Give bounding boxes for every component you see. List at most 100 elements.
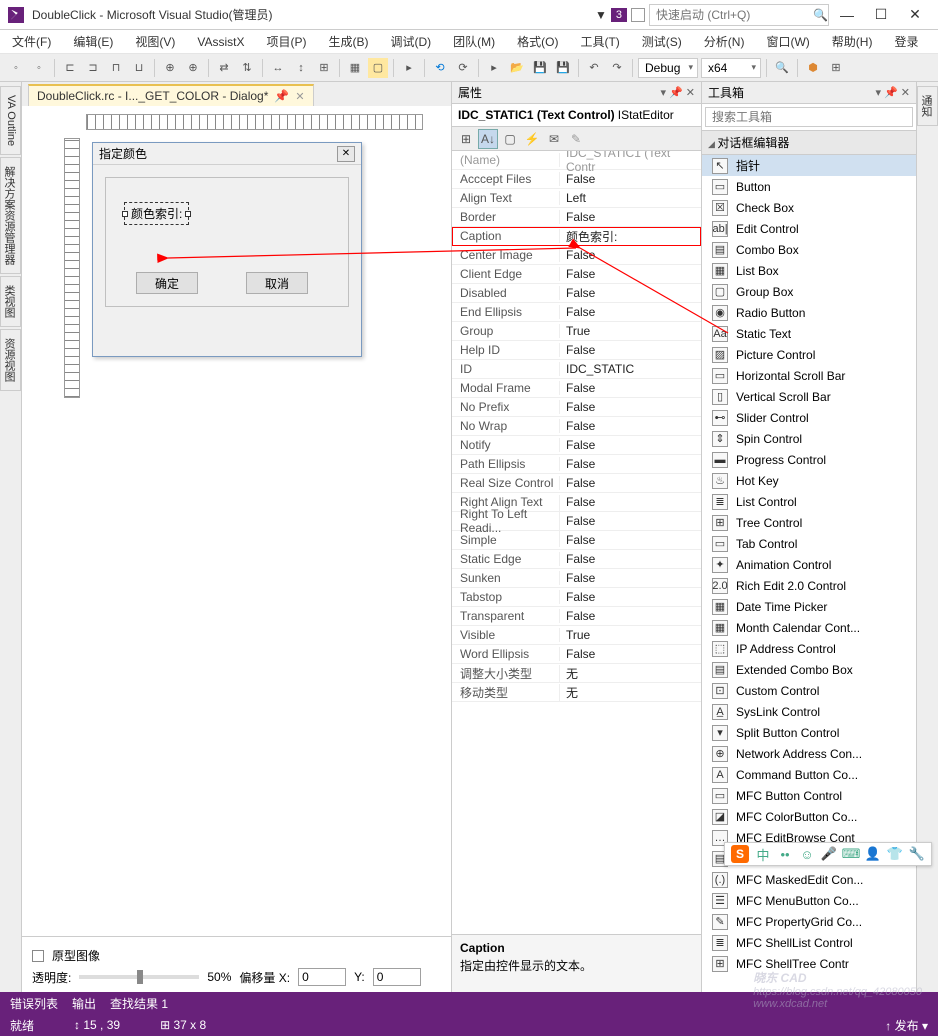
close-panel-icon[interactable]: ✕ xyxy=(686,86,695,99)
dialog-close-icon[interactable]: ✕ xyxy=(337,146,355,162)
tb-center-icon[interactable]: ⊕ xyxy=(183,58,203,78)
property-row[interactable]: Client EdgeFalse xyxy=(452,265,701,284)
offset-y-input[interactable] xyxy=(373,968,421,986)
property-row[interactable]: Acccept FilesFalse xyxy=(452,170,701,189)
toolbox-item[interactable]: ▤Combo Box xyxy=(702,239,916,260)
property-value[interactable]: False xyxy=(560,533,701,547)
toolbox-item[interactable]: ▦Date Time Picker xyxy=(702,596,916,617)
menu-item[interactable]: 测试(S) xyxy=(638,31,686,52)
ok-button[interactable]: 确定 xyxy=(136,272,198,294)
toolbox-item[interactable]: ⊷Slider Control xyxy=(702,407,916,428)
property-row[interactable]: NotifyFalse xyxy=(452,436,701,455)
tb-guides-icon[interactable]: ▢ xyxy=(368,58,388,78)
bottom-tab[interactable]: 查找结果 1 xyxy=(110,995,168,1012)
publish-button[interactable]: ↑ 发布 ▾ xyxy=(885,1017,928,1034)
menu-item[interactable]: 调试(D) xyxy=(386,31,435,52)
offset-x-input[interactable] xyxy=(298,968,346,986)
toolbox-item[interactable]: ▨Picture Control xyxy=(702,344,916,365)
property-value[interactable]: 无 xyxy=(560,684,701,701)
dialog-preview[interactable]: 指定颜色 ✕ 颜色索引: 确定 取消 xyxy=(92,142,362,357)
toolbox-item[interactable]: ▭Button xyxy=(702,176,916,197)
static-text-control[interactable]: 颜色索引: xyxy=(124,202,189,225)
notifications-tab[interactable]: 通知 xyxy=(917,86,938,126)
tb-find-icon[interactable]: 🔍 xyxy=(772,58,792,78)
feedback-icon[interactable] xyxy=(631,8,645,22)
property-value[interactable]: False xyxy=(560,457,701,471)
property-row[interactable]: 移动类型无 xyxy=(452,683,701,702)
property-row[interactable]: DisabledFalse xyxy=(452,284,701,303)
side-tab[interactable]: VA Outline xyxy=(0,86,21,155)
toolbox-item[interactable]: ▦List Box xyxy=(702,260,916,281)
toolbox-item[interactable]: A̲SysLink Control xyxy=(702,701,916,722)
toolbox-search-input[interactable] xyxy=(705,107,913,127)
property-value[interactable]: True xyxy=(560,324,701,338)
menu-item[interactable]: VAssistX xyxy=(193,33,248,51)
toolbox-item[interactable]: ACommand Button Co... xyxy=(702,764,916,785)
property-value[interactable]: False xyxy=(560,514,701,528)
platform-combo[interactable]: x64 xyxy=(701,58,761,78)
toolbox-item[interactable]: ▭Tab Control xyxy=(702,533,916,554)
property-value[interactable]: False xyxy=(560,495,701,509)
property-row[interactable]: 调整大小类型无 xyxy=(452,664,701,683)
tb-test-icon[interactable]: ▸ xyxy=(399,58,419,78)
tb-size-icon[interactable]: ⊞ xyxy=(314,58,334,78)
ime-mic-icon[interactable]: 🎤 xyxy=(821,846,837,862)
menu-item[interactable]: 项目(P) xyxy=(262,31,310,52)
toolbox-item[interactable]: ▾Split Button Control xyxy=(702,722,916,743)
property-value[interactable]: False xyxy=(560,476,701,490)
property-value[interactable]: False xyxy=(560,286,701,300)
side-tab[interactable]: 解决方案资源管理器 xyxy=(0,157,21,274)
toolbox-item[interactable]: ↖指针 xyxy=(702,155,916,176)
property-value[interactable]: False xyxy=(560,609,701,623)
menu-item[interactable]: 登录 xyxy=(890,31,922,52)
prototype-checkbox[interactable] xyxy=(32,950,44,962)
side-tab[interactable]: 资源视图 xyxy=(0,329,21,391)
property-row[interactable]: Center ImageFalse xyxy=(452,246,701,265)
tb-grid-icon[interactable]: ▦ xyxy=(345,58,365,78)
pin-icon[interactable]: 📌 xyxy=(884,86,898,99)
ime-lang-icon[interactable]: 中 xyxy=(755,846,771,862)
toolbox-item[interactable]: ☒Check Box xyxy=(702,197,916,218)
close-panel-icon[interactable]: ✕ xyxy=(901,86,910,99)
property-value[interactable]: False xyxy=(560,305,701,319)
menu-item[interactable]: 工具(T) xyxy=(576,31,623,52)
property-row[interactable]: Path EllipsisFalse xyxy=(452,455,701,474)
toolbox-item[interactable]: ♨Hot Key xyxy=(702,470,916,491)
props-icon[interactable]: ▢ xyxy=(500,129,520,149)
tb-align-icon[interactable]: ⊔ xyxy=(129,58,149,78)
tb-align-icon[interactable]: ⊓ xyxy=(106,58,126,78)
quick-launch-input[interactable] xyxy=(649,4,829,26)
toolbox-item[interactable]: ⊞Tree Control xyxy=(702,512,916,533)
tb-saveall-icon[interactable]: 💾 xyxy=(553,58,573,78)
menu-item[interactable]: 编辑(E) xyxy=(69,31,117,52)
tb-nav-fwd-icon[interactable]: ◦ xyxy=(29,58,49,78)
property-value[interactable]: False xyxy=(560,552,701,566)
property-row[interactable]: (Name)IDC_STATIC1 (Text Contr xyxy=(452,151,701,170)
dropdown-icon[interactable]: ▾ xyxy=(876,86,882,99)
toolbox-item[interactable]: ▭Horizontal Scroll Bar xyxy=(702,365,916,386)
notif-flag-icon[interactable]: ▼ xyxy=(595,8,607,22)
toolbox-item[interactable]: ◉Radio Button xyxy=(702,302,916,323)
tb-ext-icon[interactable]: ⊞ xyxy=(826,58,846,78)
menu-item[interactable]: 格式(O) xyxy=(513,31,562,52)
property-value[interactable]: IDC_STATIC xyxy=(560,362,701,376)
property-row[interactable]: Static EdgeFalse xyxy=(452,550,701,569)
property-value[interactable]: False xyxy=(560,172,701,186)
toolbox-item[interactable]: ≣MFC ShellList Control xyxy=(702,932,916,953)
property-row[interactable]: BorderFalse xyxy=(452,208,701,227)
ime-skin-icon[interactable]: 👕 xyxy=(887,846,903,862)
menu-item[interactable]: 视图(V) xyxy=(131,31,179,52)
property-value[interactable]: IDC_STATIC1 (Text Contr xyxy=(560,151,701,174)
property-row[interactable]: Caption颜色索引: xyxy=(452,227,701,246)
property-value[interactable]: False xyxy=(560,571,701,585)
notif-badge[interactable]: 3 xyxy=(611,8,627,22)
tb-nav-back-icon[interactable]: ◦ xyxy=(6,58,26,78)
property-row[interactable]: IDIDC_STATIC xyxy=(452,360,701,379)
tb-center-icon[interactable]: ⊕ xyxy=(160,58,180,78)
tb-space-icon[interactable]: ⇅ xyxy=(237,58,257,78)
property-value[interactable]: False xyxy=(560,210,701,224)
property-value[interactable]: False xyxy=(560,419,701,433)
config-combo[interactable]: Debug xyxy=(638,58,698,78)
property-row[interactable]: No PrefixFalse xyxy=(452,398,701,417)
properties-grid[interactable]: (Name)IDC_STATIC1 (Text ContrAcccept Fil… xyxy=(452,151,701,934)
